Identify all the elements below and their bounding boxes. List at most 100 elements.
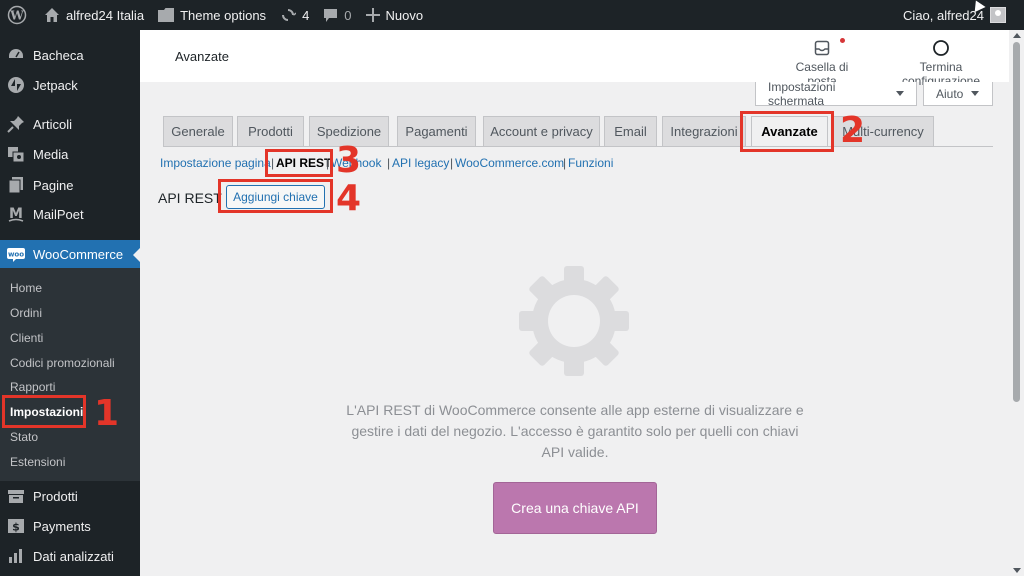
submenu-item-home[interactable]: Home (10, 281, 42, 295)
scroll-down-icon[interactable] (1013, 568, 1021, 573)
wordpress-icon: W (7, 5, 27, 25)
tab-account-e-privacy[interactable]: Account e privacy (483, 116, 600, 147)
menu-label: Jetpack (33, 77, 78, 93)
greeting: Ciao, alfred24 (903, 7, 984, 23)
wordpress-logo-button[interactable]: W (0, 0, 34, 30)
folder-icon (158, 8, 175, 22)
menu-item-bacheca[interactable]: Bacheca (0, 40, 140, 70)
page-scrollbar[interactable] (1009, 30, 1024, 576)
comments-count: 0 (344, 7, 352, 23)
menu-item-articoli[interactable]: Articoli (0, 109, 140, 139)
my-account-link[interactable]: Ciao, alfred24 (903, 0, 1006, 30)
theme-options-label: Theme options (180, 7, 267, 23)
help-button[interactable]: Aiuto (923, 82, 993, 106)
comment-icon (324, 8, 338, 22)
scroll-thumb[interactable] (1013, 42, 1020, 402)
empty-state-description: L'API REST di WooCommerce consente alle … (346, 402, 804, 460)
tab-label: Integrazioni (670, 124, 738, 139)
menu-label: MailPoet (33, 206, 84, 222)
tab-label: Account e privacy (490, 124, 593, 139)
screen-options-button[interactable]: Impostazioni schermata (755, 80, 917, 108)
menu-label: Prodotti (33, 488, 78, 504)
create-api-key-button[interactable]: Crea una chiave API (493, 482, 657, 534)
updates-icon (282, 9, 297, 21)
woocommerce-header: Avanzate Casella di posta Termina config… (140, 30, 1009, 88)
jetpack-icon (7, 76, 25, 94)
tab-generale[interactable]: Generale (163, 116, 233, 147)
avatar (990, 7, 1006, 23)
link-separator: | (387, 156, 391, 170)
svg-text:woo: woo (8, 250, 24, 258)
link-separator: | (563, 156, 567, 170)
tab-email[interactable]: Email (604, 116, 657, 147)
svg-text:W: W (9, 9, 24, 23)
annotation-number-1: 1 (94, 393, 120, 434)
submenu-item-clienti[interactable]: Clienti (10, 331, 43, 345)
plus-icon (365, 8, 380, 22)
menu-label: Payments (33, 518, 91, 534)
dollar-icon: $ (7, 517, 25, 535)
menu-item-payments[interactable]: $ Payments (0, 511, 140, 541)
submenu-item-ordini[interactable]: Ordini (10, 306, 42, 320)
menu-item-mailpoet[interactable]: M MailPoet (0, 199, 140, 229)
menu-label: Bacheca (33, 47, 84, 63)
home-icon (45, 8, 59, 22)
tab-label: Generale (171, 124, 225, 139)
tab-prodotti[interactable]: Prodotti (237, 116, 304, 147)
submenu-item-estensioni[interactable]: Estensioni (10, 455, 65, 469)
tab-label: Prodotti (248, 124, 293, 139)
comments-link[interactable]: 0 (316, 0, 358, 30)
submenu-item-rapporti[interactable]: Rapporti (10, 380, 55, 394)
woocommerce-submenu: Home Ordini Clienti Codici promozionali … (0, 268, 140, 481)
new-content-link[interactable]: Nuovo (359, 0, 431, 30)
scroll-up-icon[interactable] (1013, 33, 1021, 38)
menu-item-dati-analizzati[interactable]: Dati analizzati (0, 541, 140, 571)
site-name: alfred24 Italia (66, 7, 145, 23)
annotation-number-4: 4 (336, 178, 362, 219)
site-name-link[interactable]: alfred24 Italia (34, 0, 151, 30)
dashboard-icon (7, 46, 25, 64)
link-woocommerce-com[interactable]: WooCommerce.com (455, 156, 564, 170)
page-title: Avanzate (175, 49, 229, 64)
finish-setup-button[interactable]: Termina configurazione (880, 38, 1002, 88)
admin-sidebar: Bacheca Jetpack Articoli Media Pagine M … (0, 30, 140, 576)
link-api-legacy[interactable]: API legacy (392, 156, 449, 170)
section-title: API REST (158, 190, 222, 206)
archive-icon (7, 487, 25, 505)
theme-options-link[interactable]: Theme options (151, 0, 273, 30)
new-label: Nuovo (385, 7, 424, 23)
updates-link[interactable]: 4 (273, 0, 316, 30)
annotation-box-3 (265, 149, 333, 177)
tab-integrazioni[interactable]: Integrazioni (662, 116, 746, 147)
menu-item-woocommerce[interactable]: woo WooCommerce (0, 240, 140, 269)
annotation-box-4 (218, 179, 333, 213)
create-api-key-label: Crea una chiave API (511, 500, 639, 516)
menu-item-prodotti[interactable]: Prodotti (0, 481, 140, 511)
woo-icon: woo (7, 246, 25, 264)
submenu-item-codici-promozionali[interactable]: Codici promozionali (10, 356, 115, 370)
link-separator: | (450, 156, 454, 170)
tab-pagamenti[interactable]: Pagamenti (397, 116, 476, 147)
menu-label: Pagine (33, 177, 74, 193)
progress-circle-icon (933, 40, 949, 56)
annotation-box-2 (740, 111, 834, 152)
chevron-down-icon (896, 91, 904, 96)
menu-label: Articoli (33, 116, 73, 132)
annotation-number-2: 2 (840, 110, 866, 151)
pin-icon (7, 115, 25, 133)
menu-label: Dati analizzati (33, 548, 114, 564)
submenu-item-stato[interactable]: Stato (10, 430, 38, 444)
tab-label: Spedizione (316, 124, 382, 139)
menu-item-media[interactable]: Media (0, 139, 140, 169)
link-funzioni[interactable]: Funzioni (568, 156, 613, 170)
chevron-down-icon (971, 91, 980, 96)
link-impostazione-pagina[interactable]: Impostazione pagina (160, 156, 271, 170)
menu-label: Media (33, 146, 69, 162)
menu-item-pagine[interactable]: Pagine (0, 170, 140, 200)
tab-label: Email (614, 124, 647, 139)
annotation-number-3: 3 (336, 140, 362, 181)
menu-item-jetpack[interactable]: Jetpack (0, 70, 140, 100)
tab-label: Pagamenti (405, 124, 468, 139)
annotation-box-1 (2, 395, 86, 428)
page-icon (7, 176, 25, 194)
